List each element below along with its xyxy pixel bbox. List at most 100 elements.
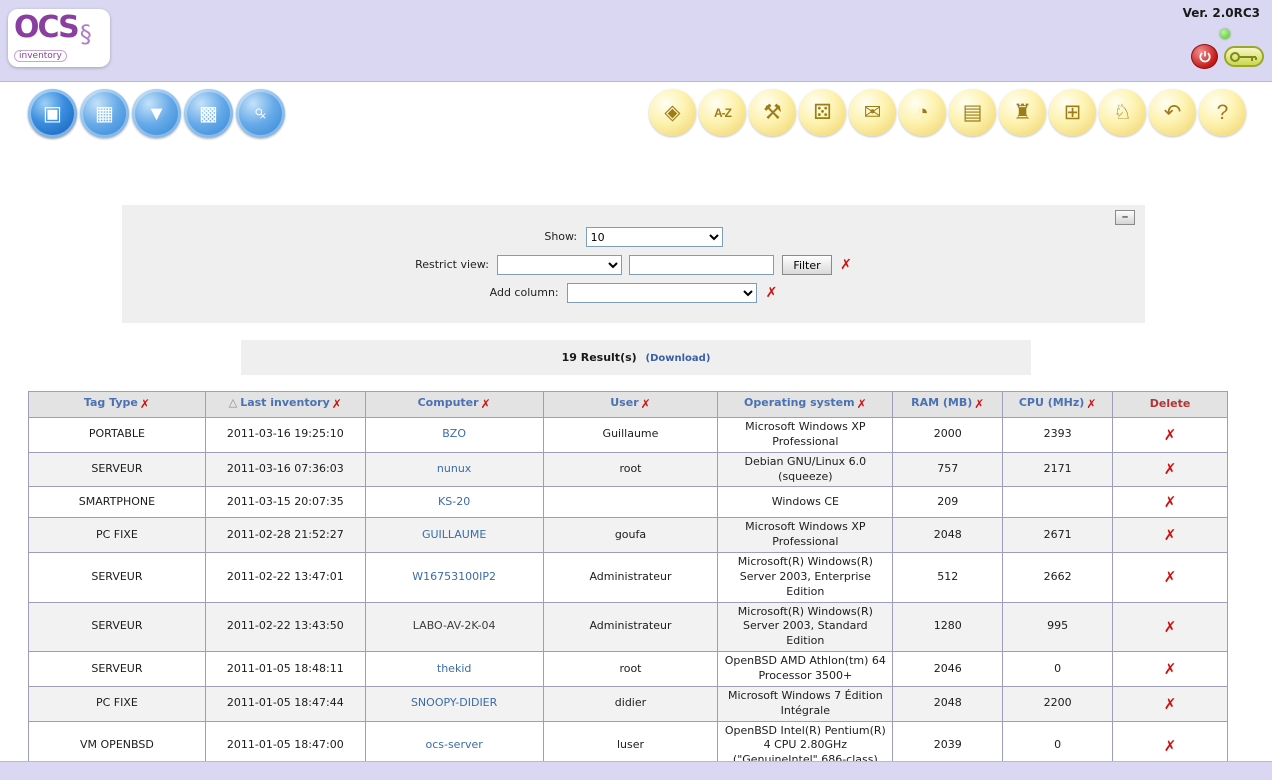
table-row: PORTABLE 2011-03-16 19:25:10 BZO Guillau… (29, 418, 1228, 453)
user-cell: Guillaume (543, 418, 718, 453)
column-header[interactable]: CPU (MHz)✗ (1003, 392, 1113, 418)
gift-deploy-icon[interactable]: ◈ (649, 89, 696, 136)
delete-x-icon[interactable]: ✗ (1164, 737, 1177, 755)
delete-x-icon[interactable]: ✗ (1164, 660, 1177, 678)
clear-filter-x-icon[interactable]: ✗ (840, 257, 852, 273)
computer-cell: BZO (365, 418, 543, 453)
remove-column-x-icon[interactable]: ✗ (332, 397, 342, 411)
column-header[interactable]: △Last inventory✗ (205, 392, 365, 418)
computer-link[interactable]: LABO-AV-2K-04 (413, 619, 496, 632)
envelope-networks-icon[interactable]: ✉ (849, 89, 896, 136)
footer-bar (0, 761, 1272, 780)
computer-link[interactable]: SNOOPY-DIDIER (411, 696, 497, 709)
wrench-agent-icon[interactable]: ⚒ (749, 89, 796, 136)
duplicates-icon[interactable]: ▩ (184, 89, 233, 138)
delete-x-icon[interactable]: ✗ (1164, 568, 1177, 586)
filter-panel: – Show: 10 Restrict view: Filter ✗ Add c… (122, 205, 1145, 323)
column-header[interactable]: Delete✗ (1113, 392, 1228, 418)
last-inventory-cell: 2011-02-22 13:43:50 (205, 602, 365, 652)
table-row: SERVEUR 2011-01-05 18:48:11 thekid root … (29, 652, 1228, 687)
minimize-panel-button[interactable]: – (1115, 210, 1135, 225)
cpu-cell: 2171 (1003, 452, 1113, 487)
remove-column-x-icon[interactable]: ✗ (140, 397, 150, 411)
computer-cell: KS-20 (365, 487, 543, 518)
power-logout-button[interactable] (1191, 44, 1218, 69)
show-count-select[interactable]: 10 (586, 227, 723, 247)
computer-link[interactable]: BZO (442, 427, 466, 440)
remove-column-x-icon[interactable]: ✗ (1086, 397, 1096, 411)
ram-cell: 2048 (893, 686, 1003, 721)
download-link[interactable]: (Download) (646, 353, 711, 364)
logo-subtitle: inventory (14, 50, 67, 62)
delete-x-icon[interactable]: ✗ (1164, 493, 1177, 511)
computers-grid-icon[interactable]: ▦ (80, 89, 129, 138)
remove-column-x-icon[interactable]: ✗ (641, 397, 651, 411)
restrict-view-row: Restrict view: Filter ✗ (122, 255, 1145, 276)
tag-type-cell: SERVEUR (29, 602, 206, 652)
column-header[interactable]: RAM (MB)✗ (893, 392, 1003, 418)
notepad-config-icon[interactable]: ▤ (949, 89, 996, 136)
computer-link[interactable]: thekid (437, 662, 471, 675)
operating-system-cell: Debian GNU/Linux 6.0 (squeeze) (718, 452, 893, 487)
last-inventory-cell: 2011-03-15 20:07:35 (205, 487, 365, 518)
add-column-select[interactable] (567, 283, 757, 303)
delete-x-icon[interactable]: ✗ (1164, 695, 1177, 713)
remove-column-x-icon[interactable]: ✗ (857, 397, 867, 411)
column-header-label: Computer (418, 396, 479, 409)
table-row: SERVEUR 2011-02-22 13:47:01 W16753100IP2… (29, 553, 1228, 603)
sort-asc-icon[interactable]: △ (229, 396, 237, 409)
main-toolbar: ▣ ▦ ▼ ▩ ♀ ◈ A-Z (0, 82, 1272, 160)
last-inventory-cell: 2011-03-16 19:25:10 (205, 418, 365, 453)
user-cell: Administrateur (543, 553, 718, 603)
column-header[interactable]: Tag Type✗ (29, 392, 206, 418)
ram-cell: 209 (893, 487, 1003, 518)
column-header[interactable]: User✗ (543, 392, 718, 418)
windows-duplicates-icon[interactable]: ⊞ (1049, 89, 1096, 136)
delete-x-icon[interactable]: ✗ (1164, 526, 1177, 544)
restrict-value-input[interactable] (629, 255, 774, 275)
delete-x-icon[interactable]: ✗ (1164, 460, 1177, 478)
column-header[interactable]: Operating system✗ (718, 392, 893, 418)
computer-link[interactable]: GUILLAUME (422, 528, 486, 541)
computer-link[interactable]: ocs-server (425, 738, 482, 751)
operating-system-cell: OpenBSD AMD Athlon(tm) 64 Processor 3500… (718, 652, 893, 687)
restrict-view-select[interactable] (497, 255, 622, 275)
app-header: OCS§ inventory Ver. 2.0RC3 (0, 0, 1272, 82)
column-header[interactable]: Computer✗ (365, 392, 543, 418)
ram-cell: 757 (893, 452, 1003, 487)
logo-text: OCS (14, 10, 78, 45)
ram-cell: 2000 (893, 418, 1003, 453)
delete-x-icon[interactable]: ✗ (1164, 618, 1177, 636)
help-icon[interactable]: ? (1199, 89, 1246, 136)
computer-link[interactable]: nunux (437, 462, 471, 475)
computer-link[interactable]: W16753100IP2 (412, 570, 496, 583)
rat-import-icon[interactable]: ♘ (1099, 89, 1146, 136)
computer-cell: thekid (365, 652, 543, 687)
computer-cell: GUILLAUME (365, 518, 543, 553)
dice-registry-icon[interactable]: ⚄ (799, 89, 846, 136)
remove-column-x-icon[interactable]: ✗ (766, 285, 778, 301)
operating-system-cell: Microsoft Windows XP Professional (718, 518, 893, 553)
tag-type-cell: PC FIXE (29, 686, 206, 721)
computer-link[interactable]: KS-20 (438, 495, 470, 508)
funnel-search-icon[interactable]: ▼ (132, 89, 181, 138)
remove-column-x-icon[interactable]: ✗ (974, 397, 984, 411)
delete-cell: ✗ (1113, 487, 1228, 518)
last-inventory-cell: 2011-03-16 07:36:03 (205, 452, 365, 487)
filter-button[interactable]: Filter (782, 255, 831, 275)
undo-arrow-icon[interactable]: ↶ (1149, 89, 1196, 136)
search-icon[interactable]: ♀ (236, 89, 285, 138)
show-label: Show: (544, 230, 577, 243)
castle-security-icon[interactable]: ♜ (999, 89, 1046, 136)
column-header-label: RAM (MB) (911, 396, 972, 409)
key-icon (1229, 51, 1259, 63)
key-login-button[interactable] (1224, 46, 1264, 67)
all-computers-icon[interactable]: ▣ (28, 89, 77, 138)
column-header-label: Delete (1150, 397, 1191, 410)
dictionary-az-icon[interactable]: A-Z (699, 89, 746, 136)
delete-x-icon[interactable]: ✗ (1164, 426, 1177, 444)
toolbar-left-group: ▣ ▦ ▼ ▩ ♀ (28, 89, 285, 138)
column-header-label: Last inventory (240, 396, 330, 409)
remove-column-x-icon[interactable]: ✗ (481, 397, 491, 411)
pie-chart-statistics-icon[interactable]: ◔ (899, 89, 946, 136)
